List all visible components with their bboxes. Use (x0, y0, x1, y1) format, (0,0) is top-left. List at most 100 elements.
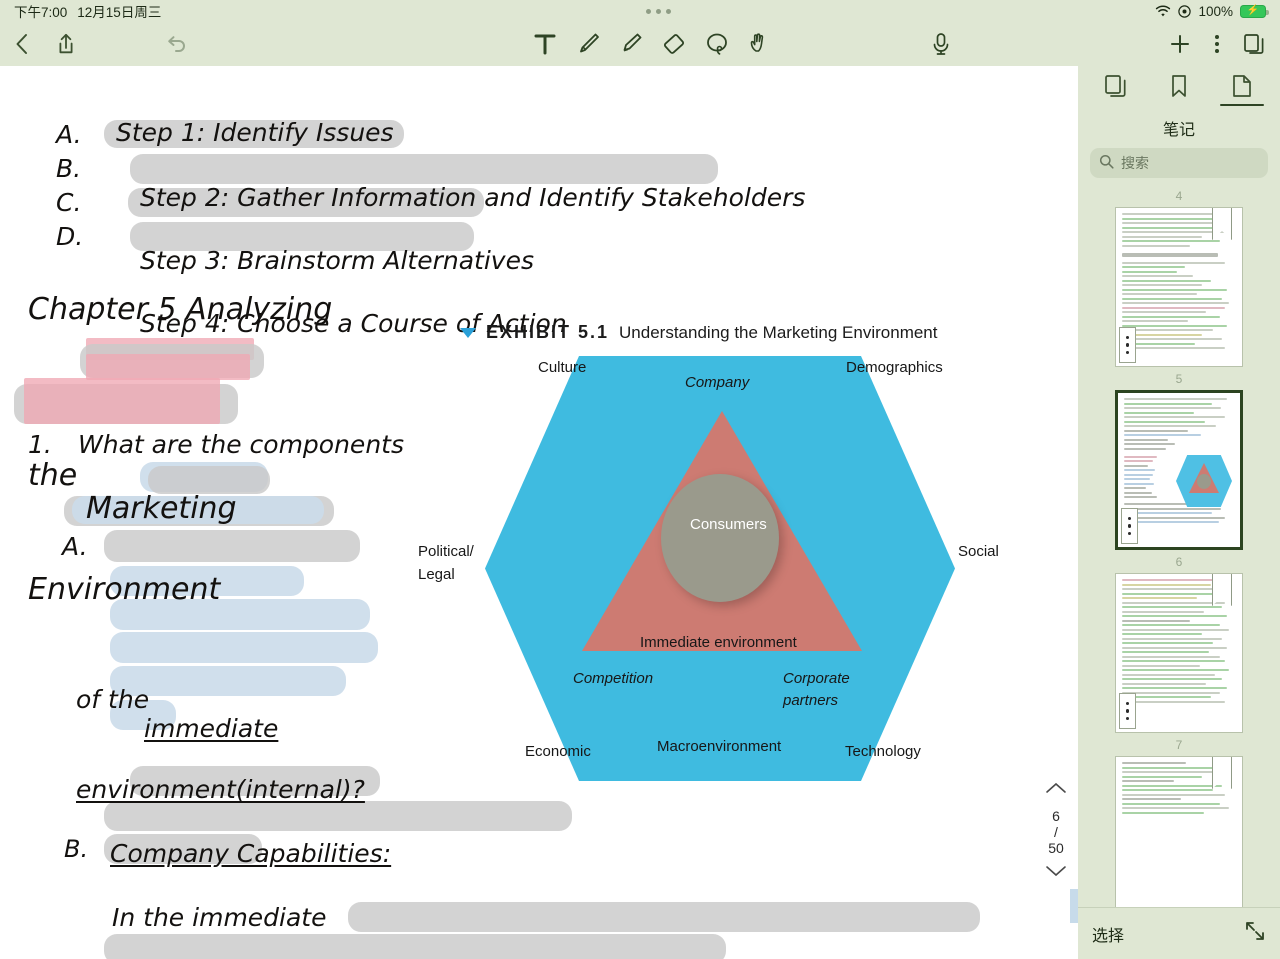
status-time: 下午7:00 (14, 5, 68, 20)
microphone-icon[interactable] (930, 31, 952, 57)
sidebar-bottom-bar: 选择 (1070, 889, 1280, 959)
toolbar-left-group (0, 32, 188, 56)
tab-notes[interactable] (1214, 68, 1270, 106)
thumbnail-page-6[interactable] (1115, 573, 1243, 733)
hand-icon[interactable] (747, 31, 773, 57)
status-bar-left: 下午7:00 12月15日周三 (14, 1, 161, 21)
section-b-marker: B. (64, 835, 89, 863)
question-line-1: What are the components (78, 430, 404, 459)
status-date: 12月15日周三 (77, 5, 162, 20)
status-bar-right: 100% ⚡ (1155, 3, 1269, 19)
list-item-marker: A. (56, 120, 82, 149)
label-demographics: Demographics (846, 359, 943, 376)
exhibit-header: EXHIBIT 5.1 Understanding the Marketing … (460, 322, 937, 343)
pen-icon[interactable] (575, 31, 601, 57)
thumbnail-page-7[interactable] (1115, 756, 1243, 907)
highlight-blue (110, 632, 378, 663)
environment-diagram: Consumers Company Immediate environment … (485, 356, 955, 781)
label-political-legal-2: Legal (418, 566, 455, 583)
current-page-number: 6 (1052, 807, 1060, 824)
highlight-pink (86, 354, 250, 380)
thumbnail-page-number: 4 (1175, 189, 1183, 203)
section-a-line: In the immediate (112, 903, 327, 932)
search-input[interactable]: 搜索 (1090, 148, 1268, 178)
highlight-gray (104, 801, 572, 831)
list-item-text: Step 1: Identify Issues (116, 118, 394, 147)
sidebar-title: 笔记 (1162, 122, 1195, 139)
pages-icon[interactable] (1242, 32, 1266, 56)
battery-percent: 100% (1198, 3, 1233, 19)
exhibit-figure: EXHIBIT 5.1 Understanding the Marketing … (418, 256, 1000, 796)
exhibit-label: EXHIBIT 5.1 (486, 322, 610, 342)
thumbnail-page-number: 5 (1175, 372, 1183, 386)
app-root: 下午7:00 12月15日周三 100% ⚡ A. Step 1: Identi… (0, 0, 1280, 959)
list-item-text: Step 2: Gather Information and Identify … (140, 183, 806, 212)
more-vertical-icon[interactable] (1214, 32, 1220, 56)
section-a-heading: Company Capabilities: (110, 839, 392, 868)
list-item-marker: B. (56, 154, 82, 183)
share-icon[interactable] (56, 32, 76, 56)
back-chevron-icon[interactable] (14, 32, 30, 56)
search-icon (1099, 154, 1114, 172)
search-placeholder: 搜索 (1121, 155, 1149, 171)
label-immediate-environment: Immediate environment (640, 634, 797, 651)
highlighter-icon[interactable] (618, 31, 644, 57)
plus-icon[interactable] (1168, 32, 1192, 56)
thumbnail-menu-button[interactable] (1121, 508, 1138, 544)
thumbnail-page-5[interactable] (1115, 390, 1243, 550)
consumers-circle (661, 474, 779, 602)
thumbnail-menu-button[interactable] (1119, 327, 1136, 363)
thumbnail-page-4[interactable] (1115, 207, 1243, 367)
label-company: Company (685, 374, 750, 391)
label-political-legal-1: Political/ (418, 543, 474, 560)
toolbar-tools-group (532, 31, 773, 57)
battery-charging-icon: ⚡ (1240, 4, 1269, 18)
text-T-icon[interactable] (532, 31, 558, 57)
highlight-gray (104, 934, 726, 959)
list-item-marker: C. (56, 188, 82, 217)
multitask-dots-icon[interactable] (645, 8, 671, 14)
toolbar-right-group (1168, 32, 1266, 56)
thumbnail-content (1122, 213, 1236, 361)
thumbnail-block[interactable]: 4 (1078, 184, 1280, 367)
label-technology: Technology (845, 743, 921, 760)
location-icon (1178, 4, 1192, 18)
status-bar-center (161, 8, 1155, 14)
tab-bookmarks[interactable] (1151, 68, 1207, 104)
lasso-icon[interactable] (704, 31, 730, 57)
label-macroenvironment: Macroenvironment (657, 738, 782, 755)
main-toolbar (0, 22, 1280, 66)
handwriting-layer: A. Step 1: Identify Issues B. Step 2: Ga… (0, 66, 1078, 959)
label-corporate-partners-2: partners (783, 692, 839, 709)
section-a-marker: A. (62, 532, 88, 561)
label-economic: Economic (525, 743, 591, 760)
wifi-icon (1155, 4, 1171, 18)
highlight-gray (104, 530, 360, 562)
exhibit-title: Understanding the Marketing Environment (619, 323, 938, 342)
thumbnail-menu-button[interactable] (1119, 693, 1136, 729)
thumbnail-block[interactable]: 6 (1078, 550, 1280, 733)
expand-arrows-icon[interactable] (1244, 920, 1266, 947)
undo-icon[interactable] (164, 33, 188, 55)
thumbnail-page-number: 6 (1175, 555, 1183, 569)
thumbnail-block[interactable]: 5 (1078, 367, 1280, 550)
page-counter-separator: / (1054, 823, 1058, 840)
label-competition: Competition (573, 670, 654, 687)
label-consumers: Consumers (690, 516, 767, 533)
notes-sidebar: 笔记 搜索 4 5 6 7 (1078, 66, 1280, 959)
label-social: Social (958, 543, 999, 560)
thumbnail-list[interactable]: 4 5 6 7 (1078, 184, 1280, 907)
label-culture: Culture (538, 359, 587, 376)
thumbnail-diagram (1176, 455, 1232, 507)
select-button[interactable]: 选择 (1092, 922, 1124, 946)
thumbnail-content (1122, 579, 1236, 727)
highlight-gray (130, 154, 718, 184)
tab-pages[interactable] (1088, 68, 1144, 104)
thumbnail-block[interactable]: 7 (1078, 733, 1280, 907)
thumbnail-page-number: 7 (1175, 738, 1183, 752)
eraser-icon[interactable] (661, 31, 687, 57)
status-bar: 下午7:00 12月15日周三 100% ⚡ (0, 0, 1280, 22)
triangle-down-icon (460, 327, 476, 338)
note-page-canvas[interactable]: A. Step 1: Identify Issues B. Step 2: Ga… (0, 66, 1078, 959)
question-marker: 1. (28, 430, 52, 459)
